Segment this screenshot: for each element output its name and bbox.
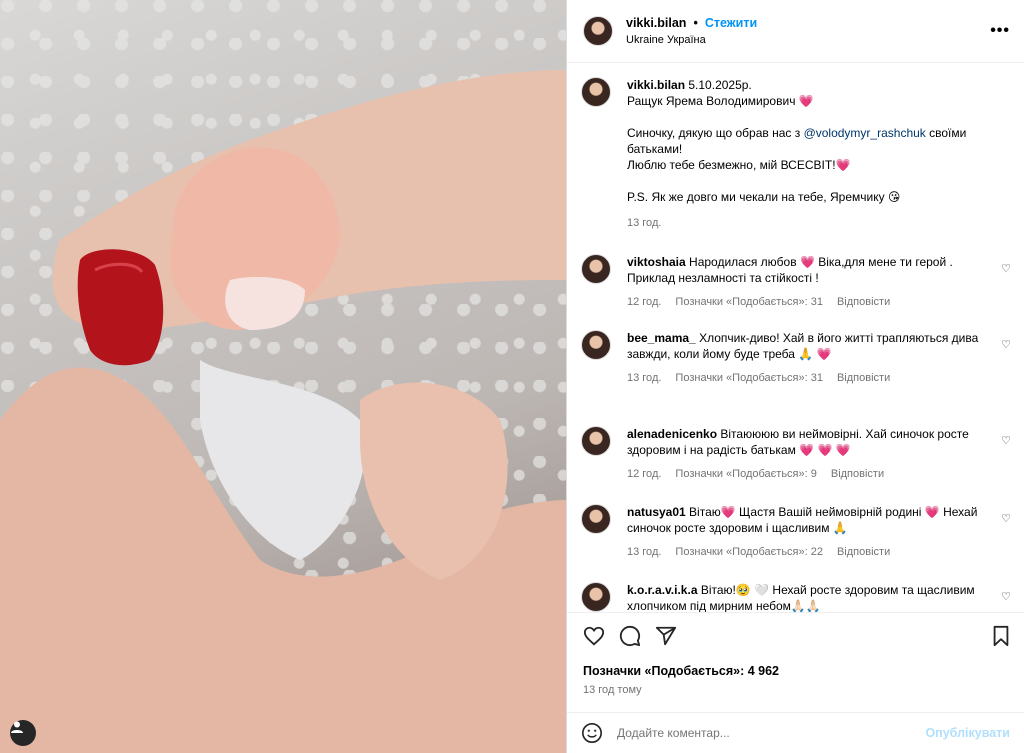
comment-time[interactable]: 12 год.	[627, 294, 661, 310]
like-heart-icon[interactable]	[583, 625, 605, 647]
comment-username[interactable]: bee_mama_	[627, 331, 696, 345]
comment-likes[interactable]: Позначки «Подобається»: 9	[675, 466, 816, 482]
comment-like-heart-icon[interactable]: ♡	[1001, 434, 1011, 447]
emoji-icon[interactable]	[581, 722, 603, 744]
comment-like-heart-icon[interactable]: ♡	[1001, 262, 1011, 275]
reply-button[interactable]: Відповісти	[837, 294, 890, 310]
caption-username[interactable]: vikki.bilan	[627, 78, 685, 92]
avatar[interactable]	[581, 582, 611, 612]
comment-likes[interactable]: Позначки «Подобається»: 22	[675, 544, 823, 560]
comment-time[interactable]: 12 год.	[627, 466, 661, 482]
comment-item: bee_mama_ Хлопчик-диво! Хай в його житті…	[581, 330, 1011, 386]
comment-item: viktoshaia Народилася любов 💗 Віка,для м…	[581, 254, 1011, 310]
caption-text: P.S. Як же довго ми чекали на тебе, Ярем…	[627, 190, 901, 204]
tagged-users-button[interactable]	[10, 720, 36, 746]
post-caption: vikki.bilan 5.10.2025р. Ращук Ярема Воло…	[567, 64, 1024, 231]
post-header: vikki.bilan • Стежити Ukraine Україна ••…	[567, 0, 1024, 63]
comment-time[interactable]: 13 год.	[627, 544, 661, 560]
mention-link[interactable]: @volodymyr_rashchuk	[804, 126, 926, 140]
post-time-ago[interactable]: 13 год тому	[583, 684, 642, 696]
comment-item: natusya01 Вітаю💗 Щастя Вашій неймовірній…	[581, 504, 1011, 560]
more-options-icon[interactable]: •••	[990, 22, 1010, 40]
caption-text: Синочку, дякую що обрав нас з	[627, 126, 804, 140]
comment-input[interactable]	[617, 726, 917, 740]
reply-button[interactable]: Відповісти	[837, 370, 890, 386]
post-sidebar: vikki.bilan • Стежити Ukraine Україна ••…	[566, 0, 1024, 753]
publish-button[interactable]: Опублікувати	[925, 726, 1010, 740]
caption-timestamp[interactable]: 13 год.	[627, 215, 1007, 231]
share-send-icon[interactable]	[655, 625, 677, 647]
avatar[interactable]	[581, 77, 611, 107]
post-photo[interactable]	[0, 0, 566, 753]
comment-username[interactable]: alenadenicenko	[627, 427, 717, 441]
comment-time[interactable]: 13 год.	[627, 370, 661, 386]
comment-like-heart-icon[interactable]: ♡	[1001, 338, 1011, 351]
caption-text: Люблю тебе безмежно, мій ВСЕСВІТ!💗	[627, 158, 851, 172]
avatar[interactable]	[581, 330, 611, 360]
avatar[interactable]	[581, 504, 611, 534]
avatar[interactable]	[583, 16, 613, 46]
user-icon	[11, 721, 23, 733]
comment-username[interactable]: natusya01	[627, 505, 686, 519]
reply-button[interactable]: Відповісти	[837, 544, 890, 560]
caption-name-line: Ращук Ярема Володимирович 💗	[627, 94, 814, 108]
comment-username[interactable]: k.o.r.a.v.i.k.a	[627, 583, 698, 597]
separator-dot: •	[693, 16, 698, 30]
comment-like-heart-icon[interactable]: ♡	[1001, 590, 1011, 603]
location-link[interactable]: Ukraine Україна	[626, 34, 757, 46]
add-comment-bar: Опублікувати	[567, 712, 1024, 753]
likes-count[interactable]: Позначки «Подобається»: 4 962	[583, 664, 779, 678]
comment-likes[interactable]: Позначки «Подобається»: 31	[675, 370, 823, 386]
save-bookmark-icon[interactable]	[991, 625, 1011, 647]
comment-item: k.o.r.a.v.i.k.a Вітаю!🥹 🤍 Нехай росте зд…	[581, 582, 1011, 612]
author-username[interactable]: vikki.bilan	[626, 16, 686, 30]
follow-button[interactable]: Стежити	[705, 16, 757, 30]
post-actions-bar	[567, 612, 1024, 662]
caption-date: 5.10.2025р.	[688, 78, 752, 92]
comment-item: alenadenicenko Вітаюююю ви неймовірні. Х…	[581, 426, 1011, 482]
comment-username[interactable]: viktoshaia	[627, 255, 686, 269]
reply-button[interactable]: Відповісти	[831, 466, 884, 482]
comment-likes[interactable]: Позначки «Подобається»: 31	[675, 294, 823, 310]
avatar[interactable]	[581, 254, 611, 284]
avatar[interactable]	[581, 426, 611, 456]
comment-icon[interactable]	[619, 625, 641, 647]
comment-like-heart-icon[interactable]: ♡	[1001, 512, 1011, 525]
photo-illustration	[0, 70, 566, 753]
post-dialog: vikki.bilan • Стежити Ukraine Україна ••…	[0, 0, 1024, 753]
comments-scroll-area[interactable]: vikki.bilan 5.10.2025р. Ращук Ярема Воло…	[567, 64, 1024, 612]
